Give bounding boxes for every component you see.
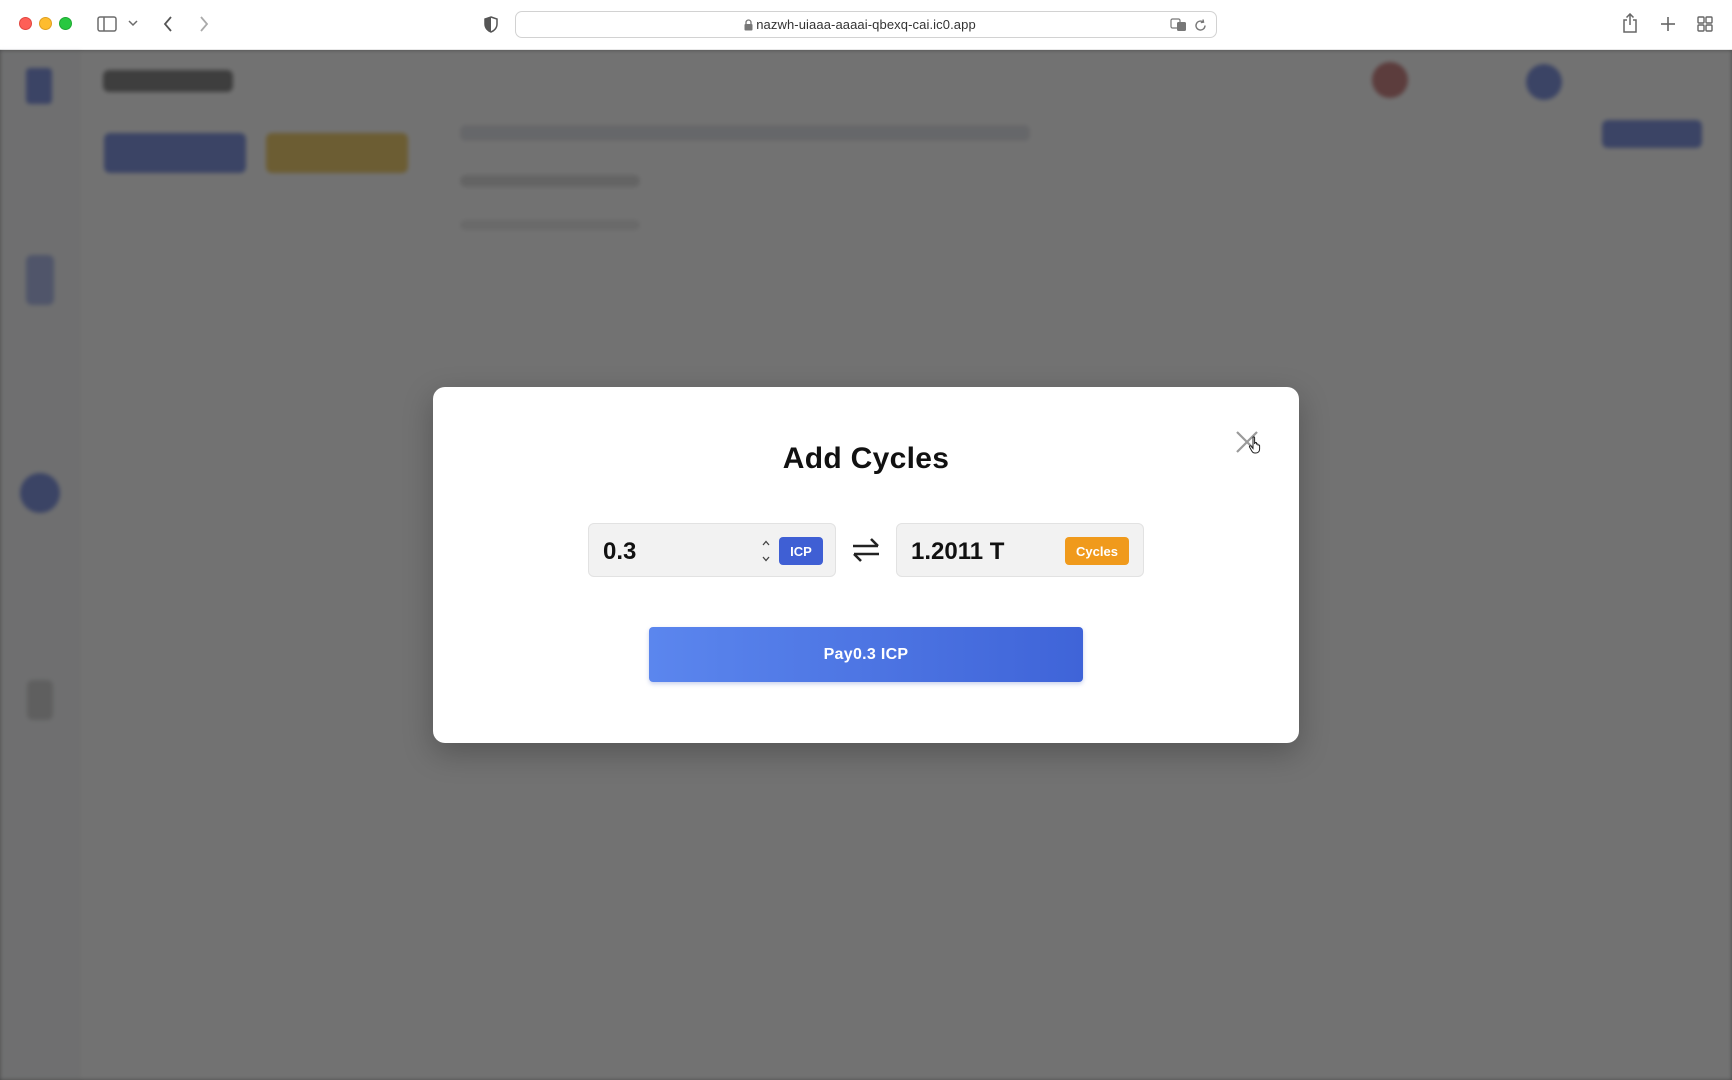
window-close-button[interactable] <box>19 17 32 30</box>
url-text: nazwh-uiaaa-aaaai-qbexq-cai.ic0.app <box>756 17 976 32</box>
pay-button[interactable]: Pay0.3 ICP <box>649 627 1083 682</box>
dialog-title: Add Cycles <box>782 442 950 475</box>
window-minimize-button[interactable] <box>39 17 52 30</box>
stepper-down-icon[interactable] <box>762 556 770 562</box>
chevron-down-icon[interactable] <box>127 17 139 29</box>
swap-icon <box>853 538 879 562</box>
add-cycles-dialog: Add Cycles ICP 1.2011 T Cycles Pay0.3 IC… <box>433 387 1299 743</box>
shield-icon[interactable] <box>482 14 500 34</box>
sidebar-icon[interactable] <box>96 14 118 34</box>
translate-icon[interactable] <box>1170 17 1188 33</box>
cycles-amount-field: 1.2011 T Cycles <box>896 523 1144 577</box>
browser-toolbar: nazwh-uiaaa-aaaai-qbexq-cai.ic0.app <box>0 0 1732 50</box>
cycles-badge: Cycles <box>1065 537 1129 565</box>
window-maximize-button[interactable] <box>59 17 72 30</box>
share-icon[interactable] <box>1620 12 1640 34</box>
back-icon[interactable] <box>160 14 176 34</box>
icp-amount-field: ICP <box>588 523 836 577</box>
quantity-stepper[interactable] <box>761 540 771 562</box>
forward-icon[interactable] <box>196 14 212 34</box>
stepper-up-icon[interactable] <box>762 540 770 546</box>
pointer-cursor-icon <box>1248 436 1264 459</box>
new-tab-icon[interactable] <box>1658 14 1678 34</box>
icp-amount-input[interactable] <box>603 538 753 566</box>
reload-icon[interactable] <box>1192 17 1208 33</box>
address-bar[interactable]: nazwh-uiaaa-aaaai-qbexq-cai.ic0.app <box>515 11 1217 38</box>
tab-overview-icon[interactable] <box>1695 14 1715 34</box>
cycles-amount-value: 1.2011 T <box>911 538 1005 565</box>
icp-badge: ICP <box>779 537 823 565</box>
